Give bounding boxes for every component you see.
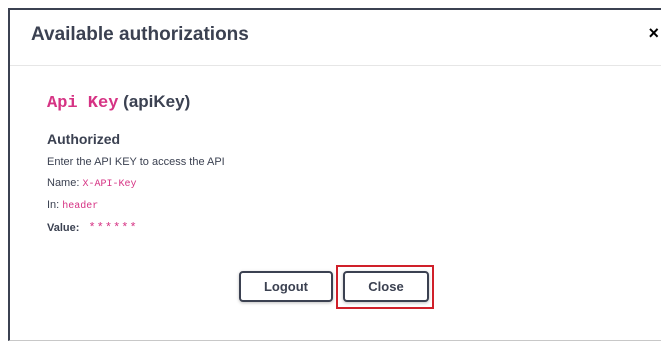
name-row: Name: X-API-Key bbox=[47, 177, 627, 190]
scheme-title: Api Key (apiKey) bbox=[47, 92, 627, 113]
value-row: Value: ****** bbox=[47, 221, 627, 235]
in-row: In: header bbox=[47, 199, 627, 212]
modal-title: Available authorizations bbox=[31, 24, 249, 45]
value-masked: ****** bbox=[88, 221, 138, 235]
authorized-status: Authorized bbox=[47, 131, 121, 147]
scheme-description: Enter the API KEY to access the API bbox=[47, 156, 225, 168]
value-label: Value: bbox=[47, 222, 80, 234]
scheme-name: Api Key bbox=[47, 94, 119, 113]
in-value: header bbox=[62, 201, 99, 212]
name-value: X-API-Key bbox=[82, 179, 137, 190]
scheme-id: (apiKey) bbox=[123, 92, 191, 111]
in-label: In: bbox=[47, 199, 60, 211]
name-label: Name: bbox=[47, 177, 80, 189]
close-icon[interactable]: × bbox=[648, 24, 659, 42]
logout-button[interactable]: Logout bbox=[239, 271, 333, 302]
close-button[interactable]: Close bbox=[343, 271, 429, 302]
authorizations-modal: Available authorizations × Api Key (apiK… bbox=[8, 8, 661, 341]
auth-scheme-section: Api Key (apiKey) Authorized Enter the AP… bbox=[47, 92, 627, 235]
modal-header: Available authorizations × bbox=[10, 10, 661, 66]
